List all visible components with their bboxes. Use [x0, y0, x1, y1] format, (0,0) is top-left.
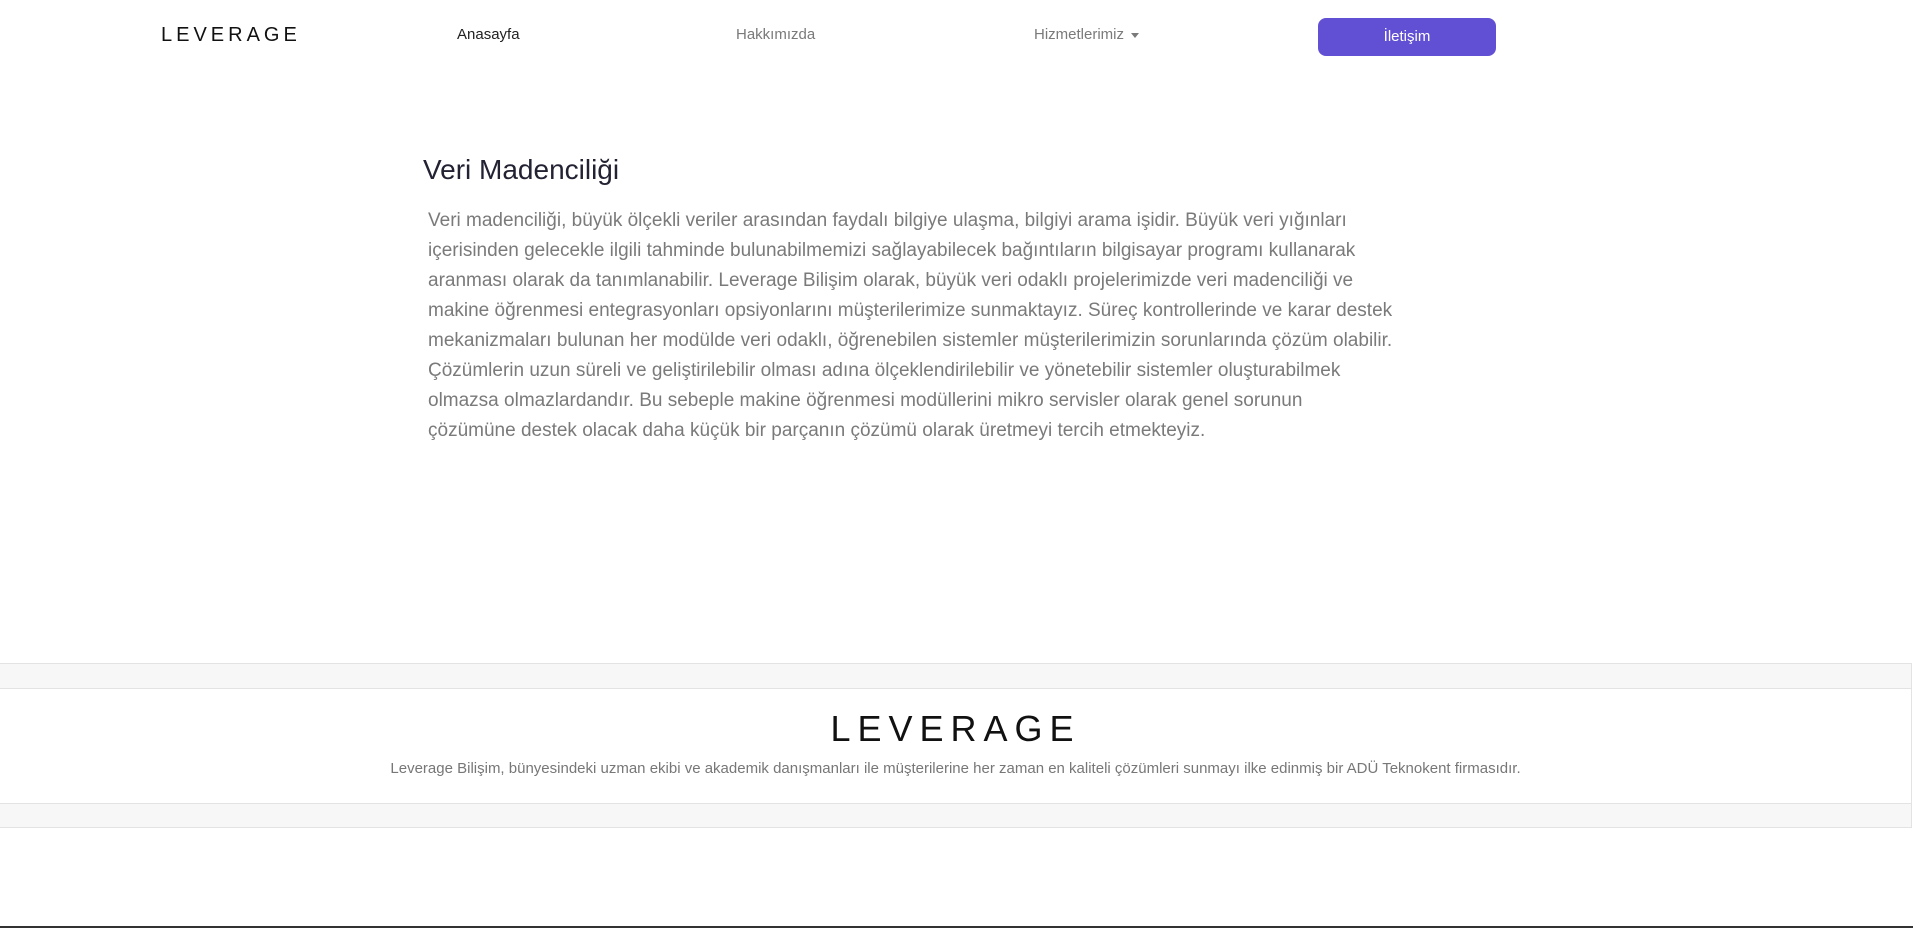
main-content: Veri Madenciliği Veri madenciliği, büyük… [423, 150, 1393, 446]
nav-dropdown-services[interactable]: Hizmetlerimiz [1034, 25, 1139, 45]
nav-link-home[interactable]: Anasayfa [457, 25, 520, 45]
nav-link-about[interactable]: Hakkımızda [736, 25, 815, 45]
footer-logo: LEVERAGE [830, 708, 1081, 749]
brand-logo[interactable]: LEVERAGE [161, 24, 301, 46]
bottom-divider [0, 926, 1913, 928]
footer-bottom-band [0, 804, 1912, 828]
page: LEVERAGE Anasayfa Hakkımızda Hizmetlerim… [0, 0, 1913, 929]
page-title: Veri Madenciliği [423, 154, 620, 185]
navbar: LEVERAGE Anasayfa Hakkımızda Hizmetlerim… [0, 0, 1913, 72]
nav-services-label: Hizmetlerimiz [1034, 26, 1124, 43]
footer-top-band [0, 663, 1912, 688]
page-body-text: Veri madenciliği, büyük ölçekli veriler … [428, 210, 1393, 441]
caret-down-icon [1131, 32, 1139, 38]
contact-button[interactable]: İletişim [1318, 18, 1496, 56]
footer: LEVERAGE Leverage Bilişim, bünyesindeki … [0, 688, 1912, 804]
footer-description: Leverage Bilişim, bünyesindeki uzman eki… [390, 760, 1521, 777]
